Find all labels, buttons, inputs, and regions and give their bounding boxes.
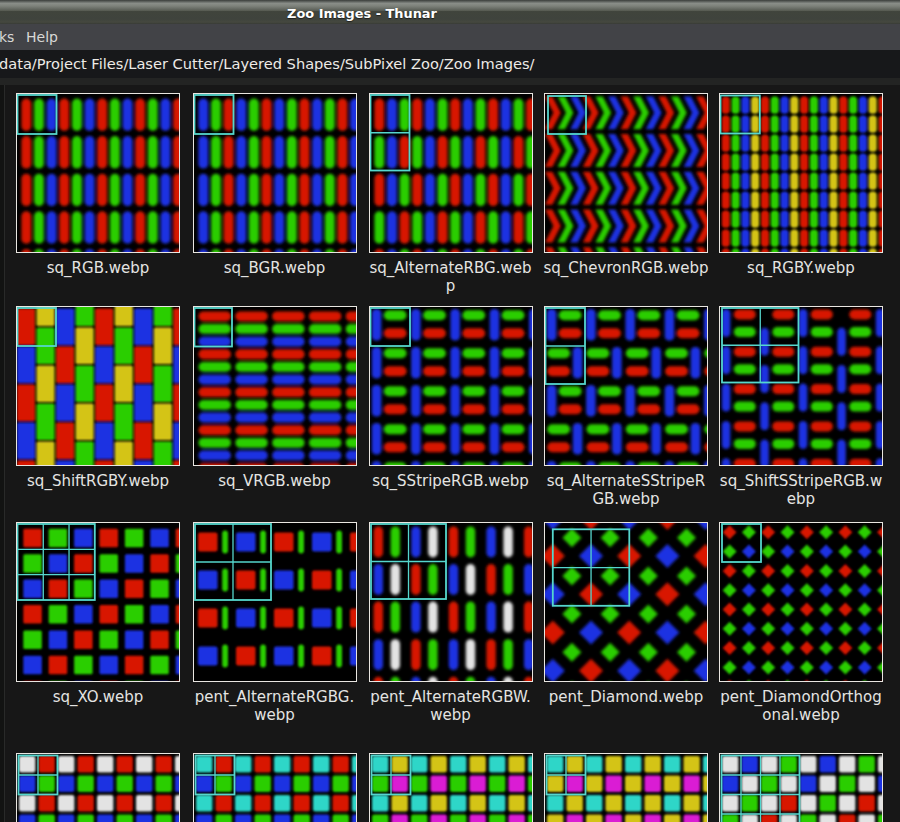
file-thumbnail[interactable] xyxy=(719,93,883,253)
file-item[interactable] xyxy=(544,753,708,822)
file-label: sq_ShiftRGBY.webp xyxy=(0,472,198,490)
file-label-line: sq_ShiftSStripeRGB.w xyxy=(701,472,900,490)
file-label-line: sq_XO.webp xyxy=(0,688,198,706)
file-label: sq_AlternateSStripeRGB.webp xyxy=(526,472,726,508)
file-thumbnail[interactable] xyxy=(369,753,533,822)
file-thumbnail[interactable] xyxy=(544,306,708,466)
file-label: sq_AlternateRBG.webp xyxy=(351,259,551,295)
file-thumbnail[interactable] xyxy=(719,522,883,682)
file-label: sq_RGB.webp xyxy=(0,259,198,277)
file-item-sq_RGB.webp[interactable]: sq_RGB.webp xyxy=(16,93,180,253)
file-item-sq_RGBY.webp[interactable]: sq_RGBY.webp xyxy=(719,93,883,253)
file-thumbnail[interactable] xyxy=(544,753,708,822)
menu-item-help[interactable]: Help xyxy=(26,24,58,50)
file-label-line: sq_ShiftRGBY.webp xyxy=(0,472,198,490)
file-label: pent_AlternateRGBG.webp xyxy=(175,688,375,724)
titlebar[interactable]: Zoo Images - Thunar xyxy=(0,0,900,24)
file-item-pent_AlternateRGBG.webp[interactable]: pent_AlternateRGBG.webp xyxy=(193,522,357,682)
file-item-pent_Diamond.webp[interactable]: pent_Diamond.webp xyxy=(544,522,708,682)
file-item[interactable] xyxy=(16,753,180,822)
file-label-line: sq_VRGB.webp xyxy=(175,472,375,490)
file-label: sq_SStripeRGB.webp xyxy=(351,472,551,490)
file-label-line: sq_AlternateRBG.web xyxy=(351,259,551,277)
file-label: sq_RGBY.webp xyxy=(701,259,900,277)
file-label: pent_Diamond.webp xyxy=(526,688,726,706)
file-thumbnail[interactable] xyxy=(193,753,357,822)
file-thumbnail[interactable] xyxy=(544,93,708,253)
file-thumbnail[interactable] xyxy=(193,522,357,682)
file-label-line: ebp xyxy=(701,490,900,508)
icon-view[interactable]: sq_RGB.webpsq_BGR.webpsq_AlternateRBG.we… xyxy=(0,85,900,822)
file-label-line: pent_AlternateRGBG. xyxy=(175,688,375,706)
file-label-line: webp xyxy=(351,706,551,724)
file-thumbnail[interactable] xyxy=(16,753,180,822)
file-label-line: sq_SStripeRGB.webp xyxy=(351,472,551,490)
file-label-line: sq_BGR.webp xyxy=(175,259,375,277)
file-thumbnail[interactable] xyxy=(719,753,883,822)
file-item-pent_DiamondOrthogonal.webp[interactable]: pent_DiamondOrthogonal.webp xyxy=(719,522,883,682)
file-thumbnail[interactable] xyxy=(193,93,357,253)
menubar: ks Help xyxy=(0,24,900,50)
file-label-line: onal.webp xyxy=(701,706,900,724)
file-label-line: p xyxy=(351,277,551,295)
thunar-window: Zoo Images - Thunar ks Help data/Project… xyxy=(0,0,900,822)
file-item-sq_SStripeRGB.webp[interactable]: sq_SStripeRGB.webp xyxy=(369,306,533,466)
file-label-line: sq_RGBY.webp xyxy=(701,259,900,277)
file-item-pent_AlternateRGBW.webp[interactable]: pent_AlternateRGBW.webp xyxy=(369,522,533,682)
file-thumbnail[interactable] xyxy=(16,306,180,466)
file-thumbnail[interactable] xyxy=(16,522,180,682)
pane-separator xyxy=(0,85,5,822)
file-label: sq_VRGB.webp xyxy=(175,472,375,490)
file-thumbnail[interactable] xyxy=(369,306,533,466)
location-path-text: data/Project Files/Laser Cutter/Layered … xyxy=(0,50,535,78)
file-item-sq_BGR.webp[interactable]: sq_BGR.webp xyxy=(193,93,357,253)
file-item-sq_AlternateRBG.webp[interactable]: sq_AlternateRBG.webp xyxy=(369,93,533,253)
file-item[interactable] xyxy=(193,753,357,822)
file-thumbnail[interactable] xyxy=(719,306,883,466)
file-item-sq_VRGB.webp[interactable]: sq_VRGB.webp xyxy=(193,306,357,466)
file-label-line: pent_Diamond.webp xyxy=(526,688,726,706)
file-thumbnail[interactable] xyxy=(369,522,533,682)
file-label-line: sq_ChevronRGB.webp xyxy=(526,259,726,277)
file-label-line: sq_RGB.webp xyxy=(0,259,198,277)
menu-item-bookmarks[interactable]: ks xyxy=(0,24,14,50)
file-label: sq_ChevronRGB.webp xyxy=(526,259,726,277)
file-label-line: webp xyxy=(175,706,375,724)
file-label: sq_XO.webp xyxy=(0,688,198,706)
file-thumbnail[interactable] xyxy=(544,522,708,682)
file-item-sq_ShiftRGBY.webp[interactable]: sq_ShiftRGBY.webp xyxy=(16,306,180,466)
file-label-line: sq_AlternateSStripeR xyxy=(526,472,726,490)
file-item-sq_ShiftSStripeRGB.webp[interactable]: sq_ShiftSStripeRGB.webp xyxy=(719,306,883,466)
file-thumbnail[interactable] xyxy=(369,93,533,253)
file-label-line: pent_AlternateRGBW. xyxy=(351,688,551,706)
file-label-line: pent_DiamondOrthog xyxy=(701,688,900,706)
file-label: sq_BGR.webp xyxy=(175,259,375,277)
location-bar[interactable]: data/Project Files/Laser Cutter/Layered … xyxy=(0,50,900,78)
file-label: sq_ShiftSStripeRGB.webp xyxy=(701,472,900,508)
toolbar-lower-strip xyxy=(0,78,900,85)
file-thumbnail[interactable] xyxy=(16,93,180,253)
file-item-sq_ChevronRGB.webp[interactable]: sq_ChevronRGB.webp xyxy=(544,93,708,253)
file-item[interactable] xyxy=(369,753,533,822)
file-label: pent_DiamondOrthogonal.webp xyxy=(701,688,900,724)
file-thumbnail[interactable] xyxy=(193,306,357,466)
file-item-sq_AlternateSStripeRGB.webp[interactable]: sq_AlternateSStripeRGB.webp xyxy=(544,306,708,466)
file-item[interactable] xyxy=(719,753,883,822)
file-item-sq_XO.webp[interactable]: sq_XO.webp xyxy=(16,522,180,682)
file-label: pent_AlternateRGBW.webp xyxy=(351,688,551,724)
file-label-line: GB.webp xyxy=(526,490,726,508)
